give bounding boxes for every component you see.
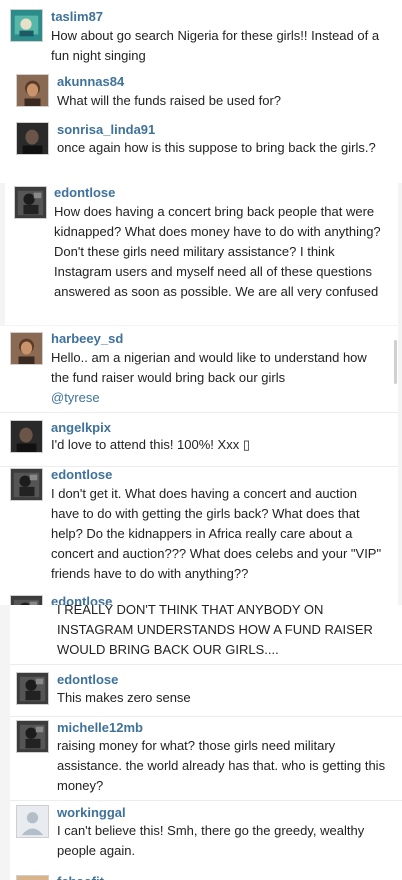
avatar-woman-icon[interactable] [10,420,43,453]
comments-panel-2: edontlose How does having a concert brin… [5,180,398,325]
comments-panel-1: taslim87 How about go search Nigeria for… [0,0,402,183]
comment-item: edontlose [0,594,398,605]
avatar-woman-icon[interactable] [10,332,43,365]
comment-username[interactable]: edontlose [51,594,112,605]
comment-text: once again how is this suppose to bring … [57,140,376,155]
comment-username[interactable]: harbeey_sd [51,331,123,346]
avatar-woman-icon[interactable] [16,74,49,107]
avatar-man-icon[interactable] [14,186,47,219]
comment-item: akunnas84 What will the funds raised be … [0,68,402,116]
comment-text-body: Hello.. am a nigerian and would like to … [51,350,367,385]
comment-text: I can't believe this! Smh, there go the … [57,823,365,858]
comment-username[interactable]: akunnas84 [57,74,124,89]
comment-username[interactable]: workinggal [57,805,126,820]
comment-username[interactable]: angelkpix [51,420,111,435]
comments-panel-3: harbeey_sd Hello.. am a nigerian and wou… [0,326,398,605]
comment-text: What will the funds raised be used for? [57,93,282,108]
comment-text: This makes zero sense [57,690,191,705]
comment-item: edontlose I don't get it. What does havi… [0,467,398,592]
comment-username[interactable]: edontlose [57,672,118,687]
comment-text: I don't get it. What does having a conce… [51,486,382,581]
comment-item: angelkpix I'd love to attend this! 100%!… [0,413,398,466]
comment-item: taslim87 How about go search Nigeria for… [0,0,402,68]
comment-username[interactable]: edontlose [51,467,112,482]
avatar-man-icon[interactable] [16,672,49,705]
avatar-man-icon[interactable] [10,595,43,605]
avatar-man-icon[interactable] [10,468,43,501]
comment-username[interactable]: sonrisa_linda91 [57,122,155,137]
comments-panel-4: I REALLY DON'T THINK THAT ANYBODY ON INS… [10,605,402,880]
comment-text: How about go search Nigeria for these gi… [51,28,380,63]
comment-text: raising money for what? those girls need… [57,738,386,793]
comment-item: harbeey_sd Hello.. am a nigerian and wou… [0,326,398,413]
comment-item: michelle12mb raising money for what? tho… [10,717,402,800]
comment-username[interactable]: edontlose [54,185,115,200]
comment-username[interactable]: fchaofit [57,874,104,880]
comment-item: edontlose How does having a concert brin… [5,180,398,325]
comment-username[interactable]: michelle12mb [57,720,143,735]
comment-username[interactable]: taslim87 [51,9,103,24]
comment-item: fchaofit [10,874,402,880]
mention-link[interactable]: @tyrese [51,390,100,405]
default-avatar-icon[interactable] [16,805,49,838]
comment-item: edontlose This makes zero sense [10,665,402,716]
comment-item: workinggal I can't believe this! Smh, th… [10,801,402,867]
comment-text-partial: I REALLY DON'T THINK THAT ANYBODY ON INS… [57,605,373,657]
avatar-dark-icon[interactable] [16,122,49,155]
avatar-teal-icon[interactable] [10,9,43,42]
avatar-woman-icon[interactable] [16,875,49,880]
avatar-dark-icon[interactable] [16,720,49,753]
comment-text: I'd love to attend this! 100%! Xxx ▯ [51,437,250,452]
comment-text: How does having a concert bring back peo… [54,204,381,299]
scrollbar-thumb[interactable] [394,340,397,384]
comment-text: Hello.. am a nigerian and would like to … [51,348,381,408]
comment-item: sonrisa_linda91 once again how is this s… [0,116,402,183]
